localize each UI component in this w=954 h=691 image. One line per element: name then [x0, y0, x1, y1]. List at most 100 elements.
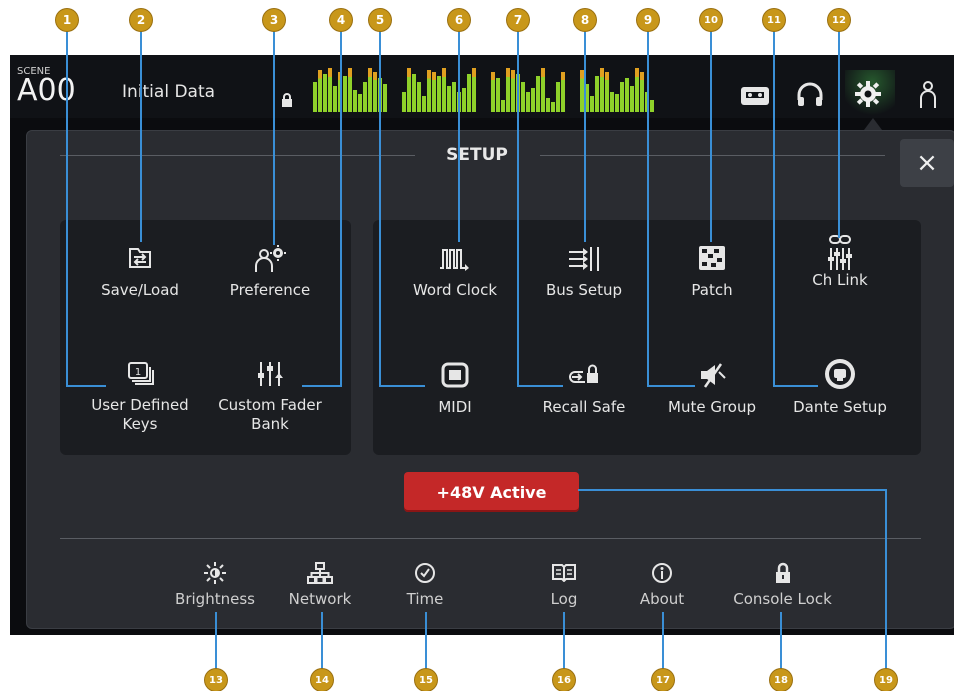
callout-18: 18 [770, 669, 792, 691]
patch-button[interactable]: Patch [652, 245, 772, 300]
console-lock-button[interactable]: Console Lock [715, 562, 850, 609]
meter-bar [472, 68, 476, 112]
meter-bar [511, 70, 515, 112]
meter-bar [605, 72, 609, 112]
meter-bar [358, 94, 362, 112]
meter-bar [402, 92, 406, 112]
scene-title[interactable]: Initial Data [122, 82, 215, 102]
callout-4: 4 [330, 9, 352, 31]
network-label: Network [288, 590, 352, 608]
brightness-icon [160, 562, 270, 584]
save-load-button[interactable]: Save/Load [80, 245, 200, 300]
meter-bar [610, 92, 614, 112]
meter-bar [536, 76, 540, 112]
recorder-icon[interactable] [740, 85, 770, 111]
meter-bar [491, 72, 495, 112]
meter-bar [462, 88, 466, 112]
level-meters [313, 68, 665, 112]
network-button[interactable]: Network [265, 562, 375, 609]
callout-10: 10 [700, 9, 722, 31]
user-defined-keys-button[interactable]: 1 User Defined Keys [75, 360, 205, 434]
meter-bar [437, 76, 441, 112]
midi-button[interactable]: MIDI [395, 362, 515, 417]
time-label: Time [406, 590, 444, 608]
callout-16: 16 [553, 669, 575, 691]
word-clock-button[interactable]: Word Clock [395, 245, 515, 300]
bus-setup-icon [524, 245, 644, 271]
preference-button[interactable]: Preference [210, 245, 330, 300]
callout-9: 9 [637, 9, 659, 31]
meter-bar [526, 92, 530, 112]
callout-17: 17 [652, 669, 674, 691]
bus-setup-button[interactable]: Bus Setup [524, 245, 644, 300]
meter-bar [635, 68, 639, 112]
user-icon[interactable] [918, 80, 938, 114]
log-button[interactable]: Log [509, 562, 619, 609]
ch-link-icon [780, 235, 900, 271]
meter-bar [313, 82, 317, 112]
brightness-label: Brightness [175, 590, 255, 608]
callout-19: 19 [875, 669, 897, 691]
gear-icon[interactable] [854, 80, 882, 112]
meter-bar [363, 82, 367, 112]
ch-link-button[interactable]: Ch Link [780, 235, 900, 290]
meter-bar [328, 68, 332, 112]
time-icon [370, 562, 480, 584]
about-button[interactable]: About [607, 562, 717, 609]
meter-bar [590, 96, 594, 112]
meter-bar [546, 98, 550, 112]
meter-bar [615, 94, 619, 112]
callout-13: 13 [205, 669, 227, 691]
patch-label: Patch [691, 281, 733, 299]
custom-fader-bank-button[interactable]: Custom Fader Bank [205, 360, 335, 434]
midi-label: MIDI [438, 398, 472, 416]
bottom-divider [60, 538, 921, 539]
callout-12: 12 [828, 9, 850, 31]
preference-icon [210, 245, 330, 272]
save-load-label: Save/Load [101, 281, 179, 299]
mute-group-button[interactable]: Mute Group [652, 362, 772, 417]
brightness-button[interactable]: Brightness [160, 562, 270, 609]
time-button[interactable]: Time [370, 562, 480, 609]
word-clock-label: Word Clock [412, 281, 498, 299]
callout-7: 7 [507, 9, 529, 31]
meter-bar [625, 78, 629, 112]
user-defined-keys-icon: 1 [75, 360, 205, 386]
meter-bar [551, 102, 555, 112]
patch-icon [652, 245, 772, 271]
callout-6: 6 [448, 9, 470, 31]
meter-bar [467, 74, 471, 112]
bus-setup-label: Bus Setup [545, 281, 623, 299]
log-icon [509, 562, 619, 584]
meter-bar [640, 72, 644, 112]
word-clock-icon [395, 245, 515, 271]
about-icon [607, 562, 717, 584]
mute-group-label: Mute Group [668, 398, 756, 416]
close-button[interactable]: × [900, 139, 954, 187]
meter-bar [318, 70, 322, 112]
meter-bar [353, 90, 357, 112]
dante-setup-label: Dante Setup [793, 398, 887, 416]
callout-2: 2 [130, 9, 152, 31]
meter-bar [407, 68, 411, 112]
setup-title: SETUP [446, 145, 508, 165]
meter-bar [417, 82, 421, 112]
meter-bar [373, 72, 377, 112]
callout-14: 14 [311, 669, 333, 691]
meter-bar [561, 72, 565, 112]
meter-bar [333, 86, 337, 112]
dante-setup-button[interactable]: Dante Setup [780, 358, 900, 417]
meter-bar [506, 68, 510, 112]
meter-bar [412, 74, 416, 112]
console-lock-label: Console Lock [733, 590, 832, 608]
headphones-icon[interactable] [796, 82, 824, 112]
meter-bar [323, 74, 327, 112]
svg-text:1: 1 [135, 367, 141, 378]
meter-bar [422, 96, 426, 112]
meter-bar [496, 78, 500, 112]
meter-bar [521, 82, 525, 112]
recall-safe-button[interactable]: Recall Safe [524, 362, 644, 417]
meter-bar [531, 88, 535, 112]
meter-bar [501, 100, 505, 112]
phantom-active-button[interactable]: +48V Active [404, 472, 579, 512]
